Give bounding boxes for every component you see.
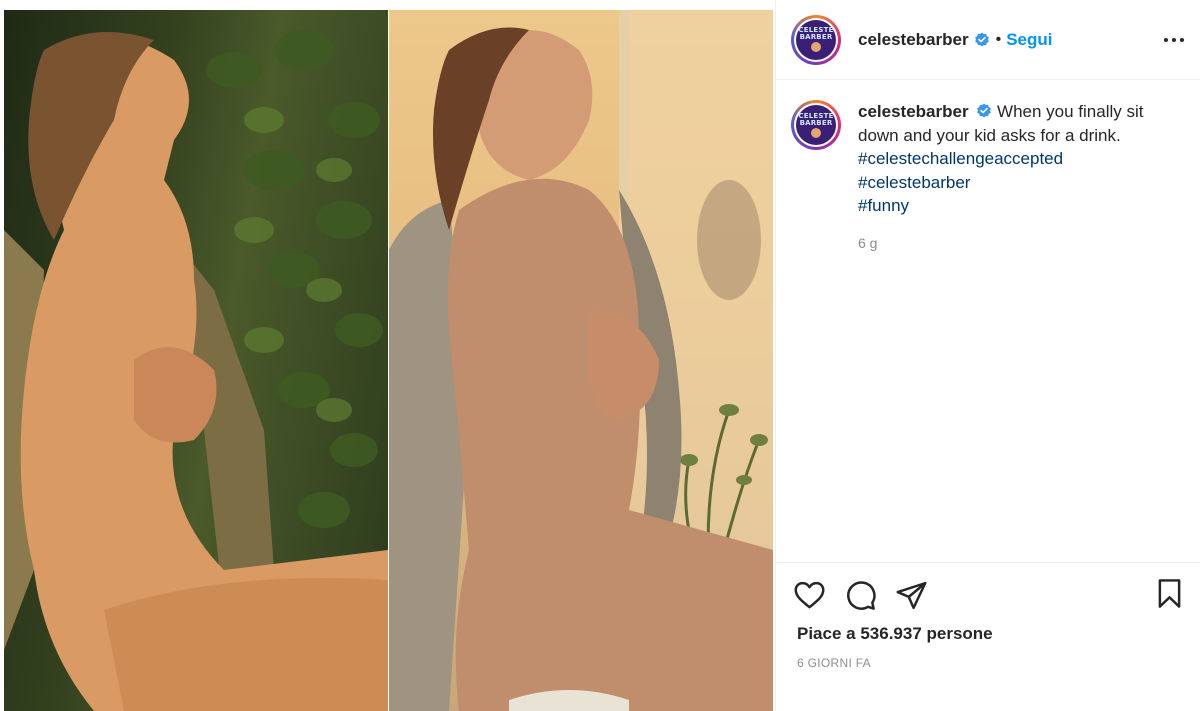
more-dot xyxy=(1180,38,1184,42)
author-username[interactable]: celestebarber xyxy=(858,30,969,50)
more-dot xyxy=(1172,38,1176,42)
caption-author-avatar[interactable]: CELESTE BARBER xyxy=(791,100,841,150)
avatar-logo-line2: BARBER xyxy=(799,33,833,41)
photo-right-illustration xyxy=(389,10,773,711)
avatar-face xyxy=(811,127,821,138)
hashtag-link[interactable]: #celestebarber xyxy=(858,171,1178,195)
more-dot xyxy=(1164,38,1168,42)
comment-icon[interactable] xyxy=(844,579,877,612)
post-actions-section: Piace a 536.937 persone 6 GIORNI FA xyxy=(776,562,1200,711)
avatar-ring-inner: CELESTE BARBER xyxy=(794,103,838,147)
verified-badge-icon xyxy=(977,103,992,118)
more-horizontal-icon[interactable] xyxy=(1162,28,1186,52)
caption-body: celestebarber When you finally sit down … xyxy=(858,100,1178,255)
post-media[interactable] xyxy=(0,0,775,711)
avatar-image: CELESTE BARBER xyxy=(796,105,836,145)
action-bar xyxy=(793,579,946,612)
heart-icon[interactable] xyxy=(793,579,826,612)
verified-badge-icon xyxy=(974,32,989,46)
avatar-face xyxy=(811,42,821,52)
caption-time-ago[interactable]: 6 g xyxy=(858,232,1178,256)
avatar-image: CELESTE BARBER xyxy=(796,19,836,60)
author-avatar[interactable]: CELESTE BARBER xyxy=(791,14,841,65)
post-date[interactable]: 6 GIORNI FA xyxy=(797,656,871,670)
avatar-logo-line2: BARBER xyxy=(799,118,833,127)
caption-username[interactable]: celestebarber xyxy=(858,102,969,121)
paper-plane-icon[interactable] xyxy=(895,579,928,612)
bookmark-icon[interactable] xyxy=(1153,577,1186,610)
post-header: CELESTE BARBER celestebarber • Segui xyxy=(776,0,1200,80)
likes-count[interactable]: Piace a 536.937 persone xyxy=(797,624,993,644)
post-side-panel: CELESTE BARBER celestebarber • Segui CEL… xyxy=(775,0,1200,711)
follow-button[interactable]: Segui xyxy=(1006,30,1052,50)
instagram-post: CELESTE BARBER celestebarber • Segui CEL… xyxy=(0,0,1200,711)
photo-left xyxy=(4,10,388,711)
caption-block: CELESTE BARBER celestebarber When you fi… xyxy=(791,100,1186,255)
hashtag-link[interactable]: #celestechallengeaccepted xyxy=(858,147,1178,171)
hashtag-link[interactable]: #funny xyxy=(858,194,1178,218)
header-separator: • xyxy=(995,30,1002,48)
photo-right xyxy=(389,10,773,711)
avatar-ring-inner: CELESTE BARBER xyxy=(794,17,838,62)
photo-left-illustration xyxy=(4,30,388,711)
